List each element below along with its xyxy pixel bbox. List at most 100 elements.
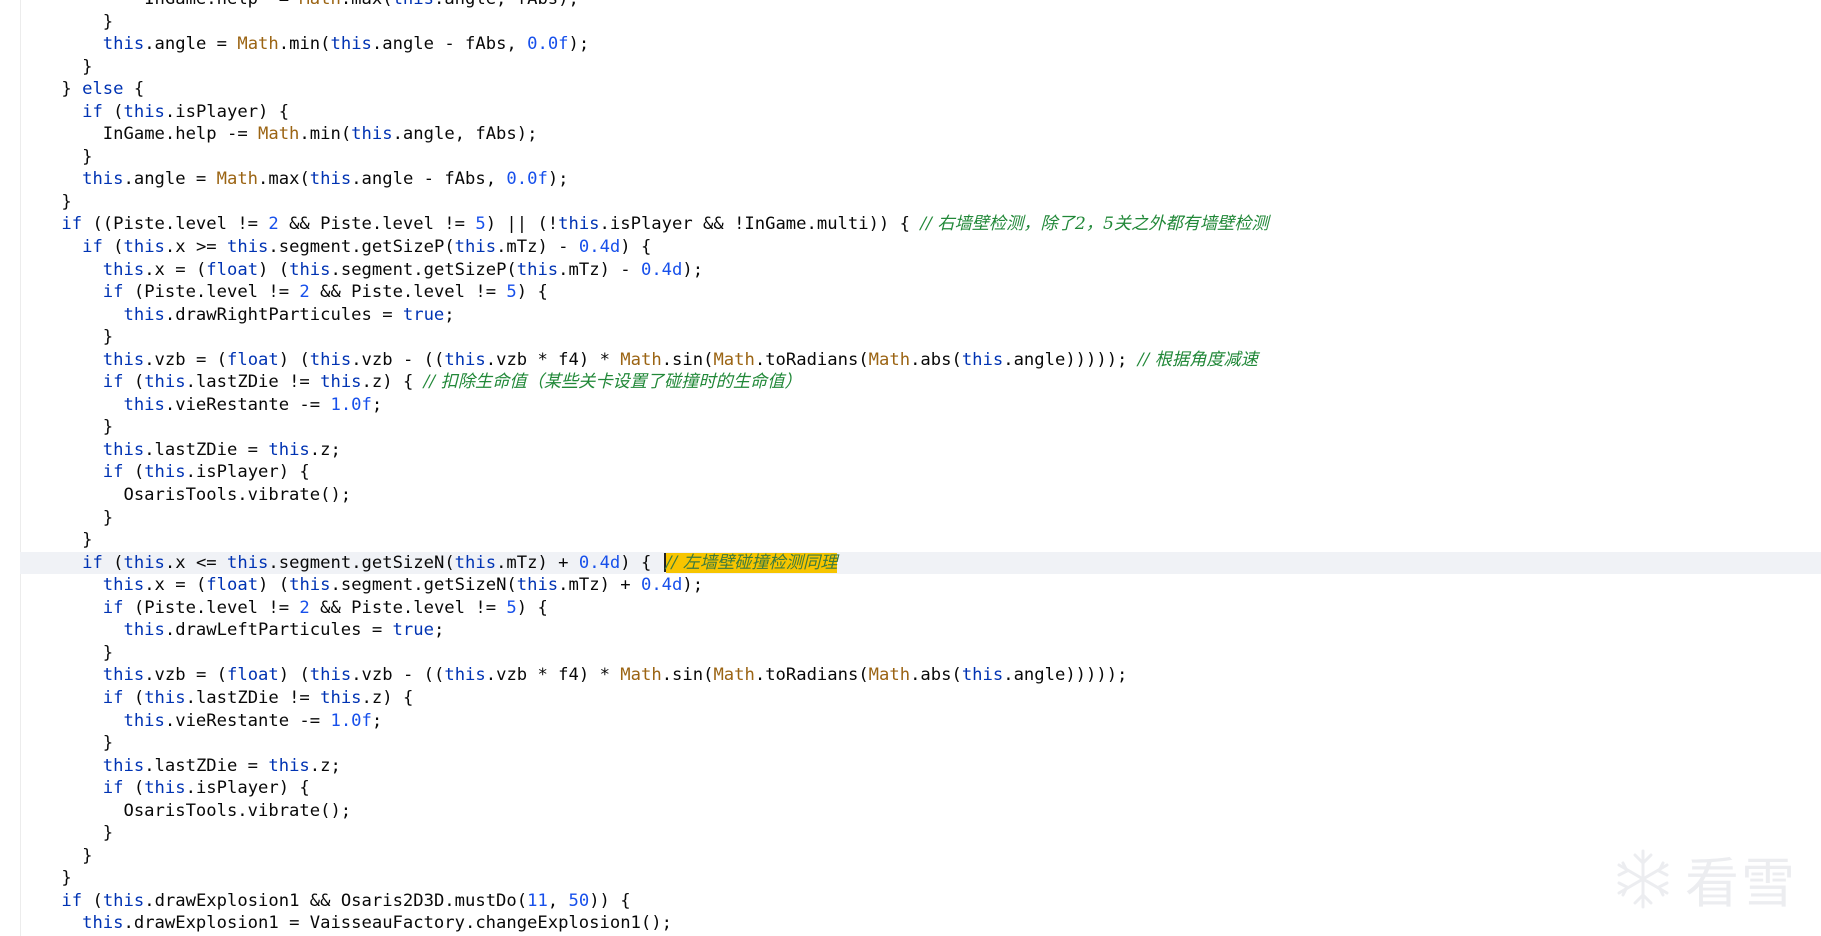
code-line[interactable]: this.lastZDie = this.z; [20, 439, 1821, 462]
code-token: this [82, 913, 124, 934]
code-token: } [102, 642, 114, 663]
code-line[interactable]: this.vieRestante -= 1.0f; [20, 394, 1821, 417]
code-token: 5 [506, 597, 517, 618]
code-token: .z; [309, 755, 341, 776]
code-line[interactable]: OsarisTools.vibrate(); [20, 484, 1821, 507]
code-token: this [123, 710, 165, 731]
code-line[interactable]: } [20, 11, 1821, 34]
code-line[interactable]: this.x = (float) (this.segment.getSizeP(… [20, 259, 1821, 282]
code-token: this [309, 665, 352, 686]
code-line[interactable]: this.drawExplosion1 = VaisseauFactory.ch… [20, 912, 1821, 935]
code-line[interactable]: this.lastZDie = this.z; [20, 755, 1821, 778]
code-token: .angle))))); [1003, 349, 1138, 370]
code-token: .vieRestante -= [164, 394, 331, 415]
code-token: this [393, 0, 434, 9]
code-line[interactable]: } [20, 416, 1821, 439]
code-line[interactable]: this.angle = Math.min(this.angle - fAbs,… [20, 33, 1821, 56]
code-line[interactable]: } [20, 642, 1821, 665]
code-token: 0.0f [506, 169, 548, 190]
code-line[interactable]: } [20, 822, 1821, 845]
code-line[interactable]: if ((Piste.level != 2 && Piste.level != … [20, 213, 1821, 236]
code-token: .toRadians( [754, 349, 869, 370]
code-token: this [102, 890, 145, 911]
code-token: ) ( [258, 575, 290, 596]
code-line[interactable]: if (Piste.level != 2 && Piste.level != 5… [20, 597, 1821, 620]
code-line[interactable]: } [20, 845, 1821, 868]
code-line[interactable]: } [20, 507, 1821, 530]
code-token: this [444, 349, 486, 370]
code-line[interactable]: this.vzb = (float) (this.vzb - ((this.vz… [20, 349, 1821, 372]
code-token: true [402, 304, 445, 325]
code-line[interactable]: OsarisTools.vibrate(); [20, 800, 1821, 823]
code-token: this [144, 687, 186, 708]
code-line[interactable]: if (this.drawExplosion1 && Osaris2D3D.mu… [20, 890, 1821, 913]
code-token: .sin( [661, 349, 714, 370]
code-line[interactable]: InGame.help -= Math.min(this.angle, fAbs… [20, 123, 1821, 146]
code-line[interactable]: } [20, 146, 1821, 169]
code-line[interactable]: if (this.lastZDie != this.z) { // 扣除生命值（… [20, 371, 1821, 394]
code-token: ) { [620, 552, 662, 573]
code-token: .abs( [910, 349, 962, 370]
code-token: ) { [516, 597, 548, 618]
code-token: this [516, 575, 559, 596]
code-token: true [392, 620, 434, 641]
code-line[interactable]: this.vzb = (float) (this.vzb - ((this.vz… [20, 664, 1821, 687]
code-token: .z; [309, 439, 341, 460]
code-line[interactable]: } [20, 529, 1821, 552]
code-line[interactable]: } [20, 191, 1821, 214]
code-line[interactable]: } [20, 732, 1821, 755]
code-line[interactable]: if (this.x <= this.segment.getSizeN(this… [20, 551, 1821, 575]
code-line[interactable]: } [20, 326, 1821, 349]
code-line[interactable]: if (Piste.level != 2 && Piste.level != 5… [20, 281, 1821, 304]
code-token: Math [237, 34, 279, 55]
code-line[interactable]: this.x = (float) (this.segment.getSizeN(… [20, 574, 1821, 597]
code-token: if [61, 890, 83, 911]
code-token: .vzb * f4) * [485, 665, 621, 686]
code-token: this [123, 620, 165, 641]
code-editor[interactable]: InGame.help -= Math.max(this.angle, fAbs… [0, 0, 1821, 936]
code-token: this [351, 124, 393, 145]
code-token: this [268, 439, 310, 460]
code-token: } [82, 530, 93, 551]
code-comment: // 右墙壁检测，除了2，5关之外都有墙壁检测 [920, 214, 1269, 235]
code-token: .lastZDie = [144, 755, 269, 776]
code-line[interactable]: this.drawRightParticules = true; [20, 304, 1821, 327]
code-token: .mTz) - [496, 237, 579, 258]
code-token: this [227, 237, 269, 258]
code-line[interactable]: } else { [20, 78, 1821, 101]
code-line[interactable]: if (this.isPlayer) { [20, 461, 1821, 484]
code-token: 2 [268, 214, 279, 235]
code-token: ; [433, 620, 445, 641]
code-line[interactable]: this.angle = Math.max(this.angle - fAbs,… [20, 168, 1821, 191]
code-line[interactable]: this.drawLeftParticules = true; [20, 619, 1821, 642]
code-line[interactable]: if (this.x >= this.segment.getSizeP(this… [20, 236, 1821, 259]
code-line[interactable]: if (this.isPlayer) { [20, 777, 1821, 800]
code-line[interactable]: if (this.lastZDie != this.z) { [20, 687, 1821, 710]
code-line[interactable]: } [20, 56, 1821, 79]
code-area[interactable]: InGame.help -= Math.max(this.angle, fAbs… [20, 0, 1821, 935]
code-line[interactable]: InGame.help -= Math.max(this.angle, fAbs… [20, 0, 1821, 11]
code-token: .lastZDie != [185, 372, 321, 393]
code-line[interactable]: } [20, 867, 1821, 890]
code-token: } [102, 507, 114, 528]
code-token: Math [620, 349, 662, 370]
code-token: )) { [589, 890, 631, 911]
code-line[interactable]: this.vieRestante -= 1.0f; [20, 710, 1821, 733]
code-token: ) { [620, 237, 652, 258]
code-line[interactable]: if (this.isPlayer) { [20, 101, 1821, 124]
